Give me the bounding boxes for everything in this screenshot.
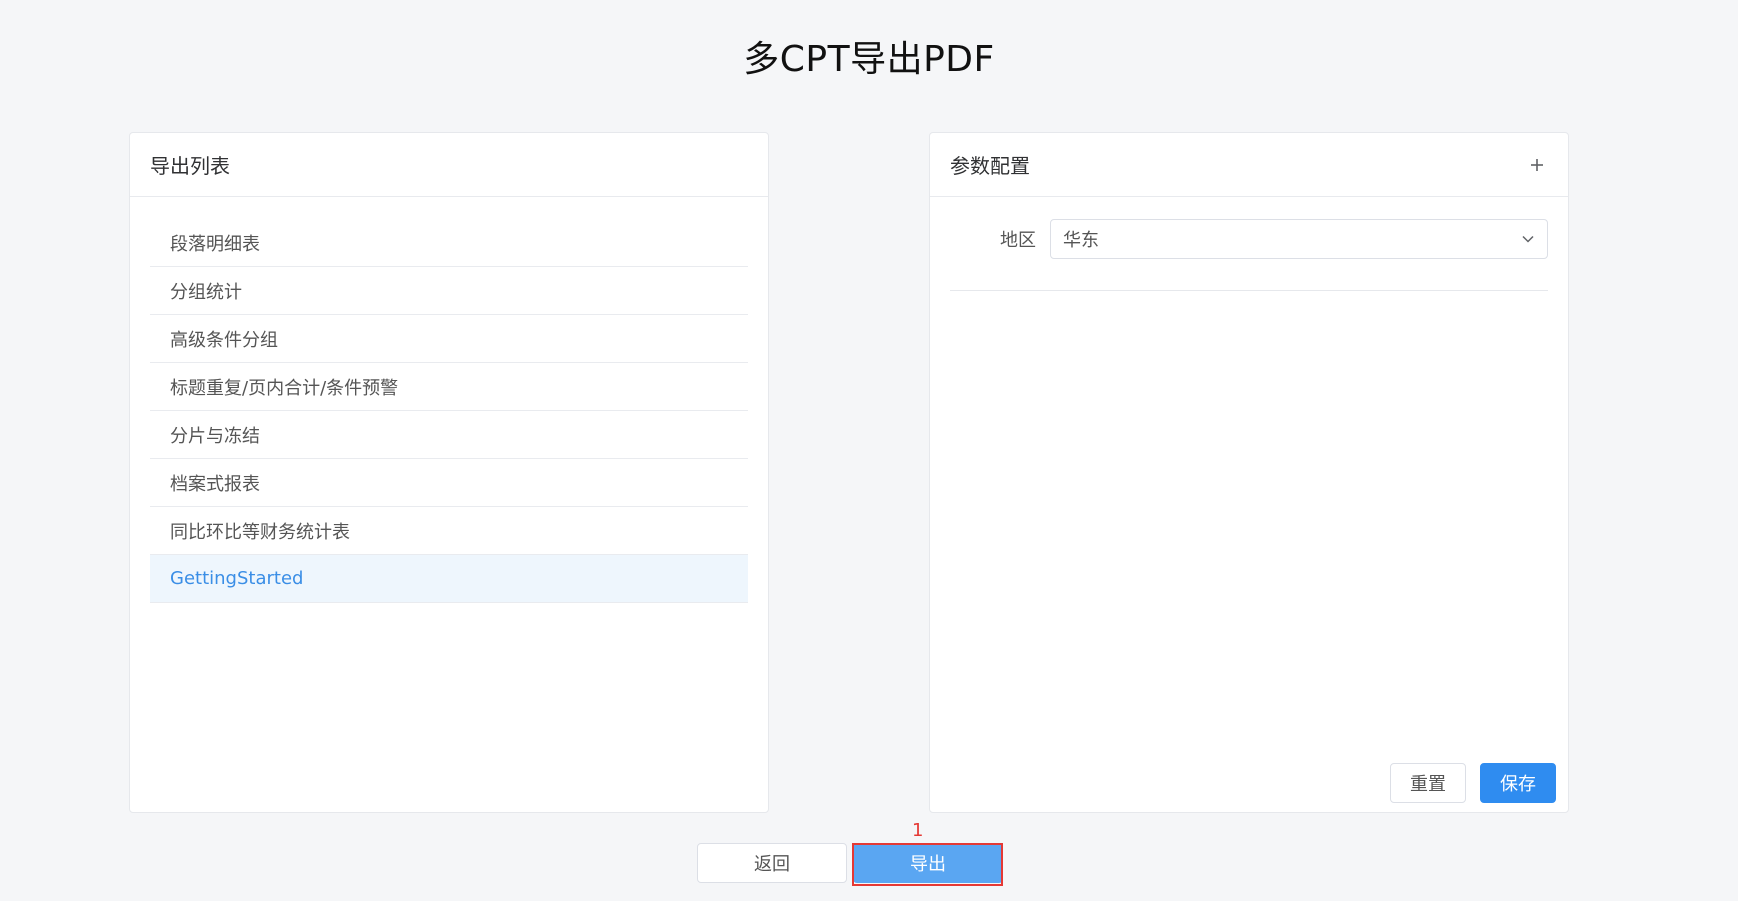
list-item[interactable]: 分组统计 — [150, 267, 748, 315]
region-select[interactable]: 华东 — [1050, 219, 1548, 259]
list-item[interactable]: 档案式报表 — [150, 459, 748, 507]
param-config-title: 参数配置 — [950, 154, 1030, 178]
list-item-selected[interactable]: GettingStarted — [150, 555, 748, 603]
page-title: 多CPT导出PDF — [743, 39, 995, 80]
chevron-down-icon — [1521, 232, 1535, 246]
form-divider — [950, 290, 1548, 291]
param-config-header: 参数配置 — [930, 133, 1568, 197]
region-form-row: 地区 华东 — [950, 219, 1548, 259]
region-label: 地区 — [1000, 230, 1036, 251]
export-list-title: 导出列表 — [150, 154, 230, 178]
list-item[interactable]: 段落明细表 — [150, 219, 748, 267]
save-button[interactable]: 保存 — [1480, 763, 1556, 803]
back-button[interactable]: 返回 — [697, 843, 847, 883]
list-item[interactable]: 标题重复/页内合计/条件预警 — [150, 363, 748, 411]
export-highlight-box — [852, 843, 1003, 886]
reset-button[interactable]: 重置 — [1390, 763, 1466, 803]
param-config-panel: 参数配置 地区 华东 重置 保存 — [929, 132, 1569, 813]
export-list: 段落明细表 分组统计 高级条件分组 标题重复/页内合计/条件预警 分片与冻结 档… — [150, 219, 748, 603]
list-item[interactable]: 同比环比等财务统计表 — [150, 507, 748, 555]
region-select-value: 华东 — [1063, 230, 1099, 251]
export-list-panel: 导出列表 段落明细表 分组统计 高级条件分组 标题重复/页内合计/条件预警 分片… — [129, 132, 769, 813]
step-marker: 1 — [912, 820, 924, 841]
list-item[interactable]: 分片与冻结 — [150, 411, 748, 459]
export-list-header: 导出列表 — [130, 133, 768, 197]
plus-icon[interactable] — [1526, 154, 1548, 176]
plus-icon-glyph — [1531, 158, 1543, 171]
list-item[interactable]: 高级条件分组 — [150, 315, 748, 363]
